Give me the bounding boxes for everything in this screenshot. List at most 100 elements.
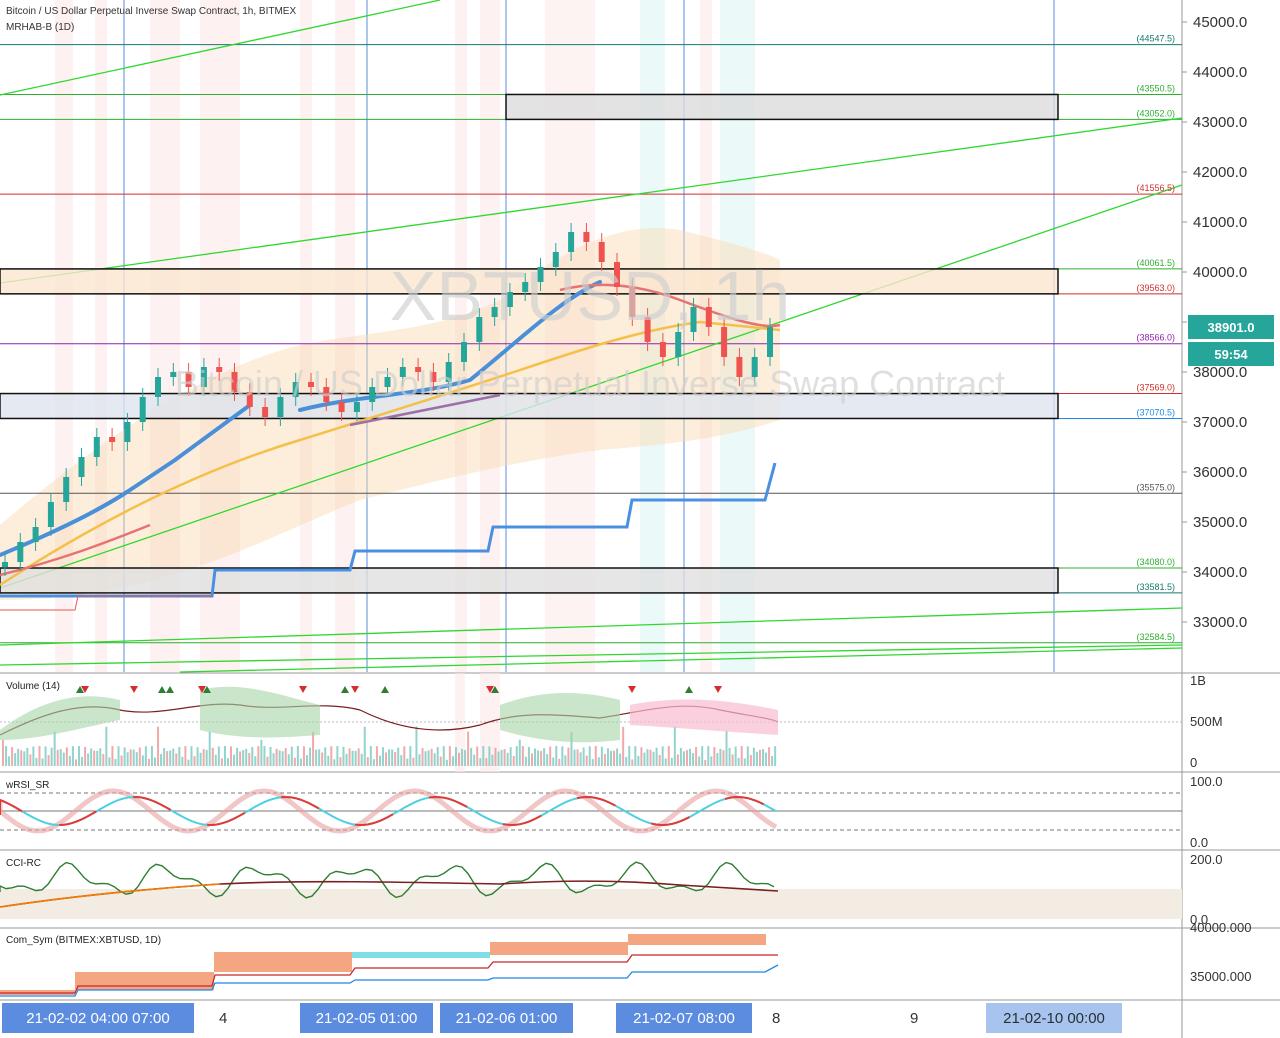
time-tag-1[interactable]: 21-02-02 04:00 07:00 <box>2 1003 194 1033</box>
chart-canvas[interactable]: XBTUSD, 1h Bitcoin / US Dollar Perpetual… <box>0 0 1280 1038</box>
watermark-symbol: XBTUSD, 1h <box>390 257 791 335</box>
rsi-tick-0: 0.0 <box>1190 835 1209 850</box>
volume-bar <box>479 758 482 766</box>
time-tag-3[interactable]: 21-02-06 01:00 <box>440 1003 573 1033</box>
bar-countdown: 59:54 <box>1188 342 1274 366</box>
candle-body <box>47 502 54 527</box>
volume-bar <box>342 746 345 766</box>
volume-bar <box>333 759 336 766</box>
volume-bar <box>269 746 272 766</box>
volume-bar <box>132 749 135 766</box>
volume-bar <box>564 755 567 766</box>
volume-bar <box>546 754 549 766</box>
rsi-panel <box>0 788 1182 834</box>
volume-bar <box>2 740 4 766</box>
volume-bar <box>62 752 65 766</box>
volume-bar <box>646 749 649 766</box>
volume-label: Volume (14) <box>6 681 60 692</box>
volume-bar <box>208 731 211 766</box>
zone-box <box>0 567 1059 594</box>
volume-bar <box>190 746 193 766</box>
volume-bar <box>193 756 196 766</box>
volume-bar <box>728 747 731 766</box>
volume-bar <box>236 747 239 766</box>
volume-bar <box>372 759 375 766</box>
volume-bar <box>506 752 509 766</box>
volume-bar <box>698 756 701 766</box>
cci-panel <box>0 861 1182 919</box>
volume-bar <box>47 754 50 766</box>
volume-bar <box>14 753 17 766</box>
comsym-band <box>490 942 628 955</box>
volume-bar <box>762 749 764 766</box>
volume-bar <box>637 755 640 766</box>
volume-bar <box>23 751 26 766</box>
volume-bar <box>196 747 199 766</box>
volume-bar <box>327 755 330 766</box>
volume-bar <box>731 754 734 766</box>
time-tag-2[interactable]: 21-02-05 01:00 <box>300 1003 433 1033</box>
volume-bar <box>534 748 536 766</box>
volume-bar <box>707 746 710 766</box>
volume-bar <box>81 756 84 766</box>
volume-bar <box>652 751 655 766</box>
volume-bar <box>68 755 71 766</box>
candle-body <box>109 437 116 442</box>
volume-bar <box>217 746 220 766</box>
volume-bar <box>415 726 418 766</box>
volume-bar <box>360 753 363 766</box>
volume-bar <box>330 746 333 766</box>
volume-bar <box>427 750 430 766</box>
volume-bar <box>35 757 38 766</box>
time-tag-4[interactable]: 21-02-07 08:00 <box>616 1003 752 1033</box>
volume-bar <box>135 752 138 766</box>
volume-bar <box>123 747 126 766</box>
time-tag-5[interactable]: 21-02-10 00:00 <box>986 1003 1122 1033</box>
level-label: (34080.0) <box>1136 557 1175 567</box>
volume-bar <box>366 757 369 766</box>
volume-bar <box>336 746 339 766</box>
volume-bar <box>199 752 202 766</box>
chart-window: { "header": { "title": "Bitcoin / US Dol… <box>0 0 1280 1038</box>
volume-bar <box>549 746 552 766</box>
volume-bar <box>114 759 117 766</box>
volume-bar <box>488 746 491 766</box>
volume-bar <box>363 726 366 766</box>
volume-bar <box>351 750 354 766</box>
volume-bar <box>141 755 144 766</box>
volume-bar <box>321 752 324 766</box>
level-label: (38566.0) <box>1136 333 1175 343</box>
volume-bar <box>111 746 114 766</box>
level-label: (40061.5) <box>1136 258 1175 268</box>
volume-bar <box>345 753 348 766</box>
level-label: (41556.5) <box>1136 183 1175 193</box>
volume-bar <box>743 758 746 766</box>
volume-bar <box>20 750 23 766</box>
volume-bar <box>458 752 460 766</box>
volume-bar <box>704 759 707 766</box>
volume-bar <box>312 731 315 766</box>
candle-body <box>78 457 85 477</box>
volume-bar <box>737 757 740 766</box>
volume-bar <box>740 746 743 766</box>
volume-bar <box>667 746 670 766</box>
volume-bar <box>436 746 439 766</box>
signal-marker <box>166 686 174 693</box>
candle-body <box>675 332 682 357</box>
vol-cloud <box>200 686 320 738</box>
signal-marker <box>158 686 166 693</box>
volume-bar <box>774 746 777 766</box>
volume-bar <box>497 751 500 766</box>
volume-bar <box>418 754 421 766</box>
candle-body <box>139 397 146 422</box>
volume-bar <box>87 753 90 766</box>
volume-bar <box>613 750 616 766</box>
chart-title: Bitcoin / US Dollar Perpetual Inverse Sw… <box>6 6 297 17</box>
candle-body <box>659 342 666 357</box>
price-tick-label: 34000.0 <box>1193 564 1247 581</box>
volume-bar <box>467 731 470 766</box>
volume-bar <box>543 748 546 766</box>
volume-bar <box>378 755 381 766</box>
price-tick-label: 38000.0 <box>1193 364 1247 381</box>
volume-bar <box>658 754 661 766</box>
